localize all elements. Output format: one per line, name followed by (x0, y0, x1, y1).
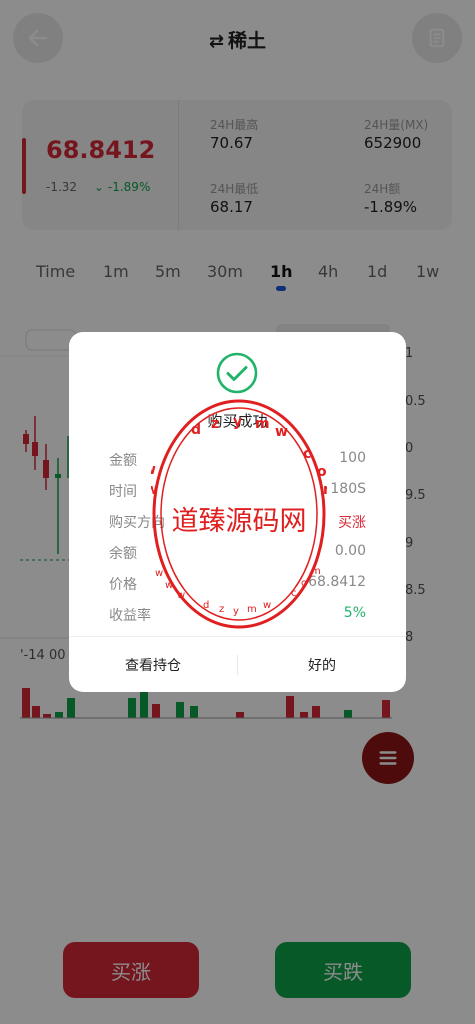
row-key: 金额 (109, 453, 137, 469)
row-key: 价格 (109, 577, 137, 593)
svg-text:www dzy mwc: www dzy m wc om (155, 566, 321, 617)
row-key: 余额 (109, 546, 137, 562)
row-value: 5% (343, 605, 366, 621)
row-value: 180S (330, 481, 366, 497)
view-position-button[interactable]: 查看持仓 (69, 637, 237, 693)
dialog-footer: 查看持仓 好的 (69, 636, 406, 693)
ok-button[interactable]: 好的 (238, 637, 406, 693)
row-key: 收益率 (109, 608, 151, 624)
watermark-text: 道臻源码网 (172, 506, 307, 537)
watermark-seal: 道臻源码网 ww dzy mwc om www dzy mwc om (143, 399, 338, 629)
watermark-stamp: 道臻源码网 ww dzy mwc om www dzy mwc om (143, 398, 338, 630)
success-check-icon (216, 352, 258, 394)
row-value: 100 (339, 450, 366, 466)
svg-text:ww dzy mwc o: ww dzy mwc om (151, 414, 327, 498)
row-value: 买涨 (338, 515, 366, 531)
row-value: 0.00 (334, 543, 366, 559)
row-key: 时间 (109, 484, 137, 500)
